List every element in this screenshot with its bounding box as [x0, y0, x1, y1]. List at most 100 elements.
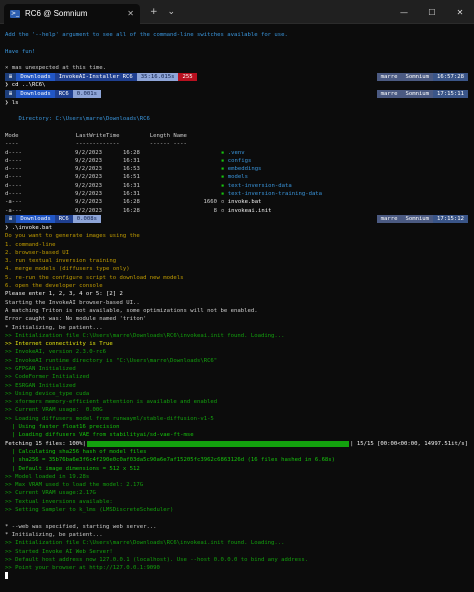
- prompt-user: marre: [376, 90, 402, 99]
- ls-mode: d----: [5, 166, 22, 173]
- log-line: >> Model loaded in 19.28s: [5, 473, 90, 480]
- command-line: ❯ ls: [5, 99, 19, 106]
- prompt-folder: RC6: [54, 90, 73, 99]
- ls-name: .venv: [227, 149, 245, 156]
- log-output: * --web was specified, starting web serv…: [5, 523, 468, 573]
- prompt-folder: InvokeAI-Installer RC6: [54, 72, 137, 81]
- log-line: | Using faster float16 precision: [5, 424, 120, 431]
- ls-name: text-inversion-training-data: [227, 191, 323, 198]
- progress-prefix: Fetching 15 files: 100%|: [5, 440, 86, 447]
- folder-icon: ▪: [221, 166, 228, 173]
- table-row: -a--- 9/2/2023 16:28 1660 ▫ invoke.bat: [5, 198, 468, 206]
- ls-name: invoke.bat: [227, 199, 262, 206]
- terminal-output[interactable]: Add the '--help' argument to see all of …: [5, 31, 468, 581]
- ls-name: configs: [227, 157, 252, 164]
- log-line: * Initializing, be patient...: [5, 324, 103, 331]
- log-output: | Calculating sha256 hash of model files…: [5, 448, 468, 514]
- ls-time: 16:31: [123, 191, 140, 198]
- tab-dropdown-icon[interactable]: ⌄: [168, 7, 176, 17]
- log-line: >> GFPGAN Initialized: [5, 365, 76, 372]
- ls-name: models: [227, 174, 248, 181]
- output-line: Have fun!: [5, 48, 36, 55]
- output-line: 6. open the developer console: [5, 283, 103, 290]
- command-text: cd ..\RC6\: [11, 82, 46, 89]
- close-window-button[interactable]: ✕: [446, 0, 474, 24]
- ls-time: 16:51: [123, 174, 140, 181]
- log-line: >> Point your browser at http://127.0.0.…: [5, 565, 160, 572]
- output-line: 2. browser-based UI: [5, 249, 69, 256]
- input-line[interactable]: [5, 572, 468, 580]
- prompt-duration: 35:16.015s: [136, 72, 179, 81]
- ls-mode: d----: [5, 157, 22, 164]
- log-line: >> Started Invoke AI Web Server!: [5, 548, 113, 555]
- maximize-button[interactable]: ☐: [418, 0, 446, 24]
- menu-output: Do you want to generate images using the…: [5, 232, 468, 323]
- log-line: >> Current VRAM usage:2.17G: [5, 490, 96, 497]
- log-line: >> Setting Sampler to k_lms (LMSDiscrete…: [5, 507, 174, 514]
- table-row: -a--- 9/2/2023 16:28 8 ▫ invokeai.init: [5, 207, 468, 215]
- prompt-host: Somnium: [401, 72, 434, 81]
- log-line: >> Textual inversions available:: [5, 498, 113, 505]
- tab-terminal[interactable]: >_ RC6 @ Somnium ✕: [4, 3, 140, 24]
- prompt-path: Downloads: [16, 90, 55, 99]
- ls-table: d---- 9/2/2023 16:28 ▪ .venv d---- 9/2/2023 16…: [5, 149, 468, 215]
- ls-date: 9/2/2023: [75, 199, 102, 206]
- log-line: >> Loading diffusers model from runwayml…: [5, 415, 214, 422]
- prompt-clock: 17:15:11: [433, 90, 468, 99]
- ls-time: 16:28: [123, 207, 140, 214]
- ls-name: text-inversion-data: [227, 182, 292, 189]
- table-row: d---- 9/2/2023 16:31 ▪ text-inversion-data: [5, 182, 468, 190]
- ls-length: 8: [213, 207, 217, 214]
- command-text: ls: [11, 99, 19, 106]
- log-line: >> Current VRAM usage: 0.00G: [5, 407, 103, 414]
- prompt-path: Downloads: [16, 215, 55, 224]
- log-line: >> xformers memory-efficient attention i…: [5, 399, 218, 406]
- ls-date: 9/2/2023: [75, 174, 102, 181]
- log-line: | Calculating sha256 hash of model files: [5, 448, 147, 455]
- ls-mode: d----: [5, 174, 22, 181]
- windows-icon: ⊞: [5, 90, 17, 99]
- ls-time: 16:31: [123, 157, 140, 164]
- ls-rule: ---- ------------- ------ ----: [5, 141, 187, 148]
- log-line: >> InvokeAI, version 2.3.0-rc6: [5, 349, 107, 356]
- folder-icon: ▪: [221, 157, 228, 164]
- prompt-exit-code: 255: [178, 72, 197, 81]
- ls-time: 16:28: [123, 199, 140, 206]
- ls-mode: -a---: [5, 207, 22, 214]
- ls-time: 16:28: [123, 149, 140, 156]
- prompt-host: Somnium: [401, 215, 434, 224]
- close-tab-icon[interactable]: ✕: [127, 9, 134, 18]
- log-line: >> CodeFormer Initialized: [5, 374, 90, 381]
- prompt-line: ⊞ Downloads RC6 0.008s marre Somnium 17:…: [5, 215, 468, 224]
- new-tab-button[interactable]: +: [150, 7, 158, 17]
- log-line: | Loading diffusers VAE from stabilityai…: [5, 432, 194, 439]
- file-icon: ▫: [221, 207, 228, 214]
- ls-mode: d----: [5, 149, 22, 156]
- prompt-path: Downloads: [16, 72, 55, 81]
- directory-label: Directory: C:\Users\marre\Downloads\RC6: [5, 116, 150, 123]
- ls-date: 9/2/2023: [75, 182, 102, 189]
- ls-name: embeddings: [227, 166, 262, 173]
- ls-date: 9/2/2023: [75, 157, 102, 164]
- output-line: Add the '--help' argument to see all of …: [5, 32, 288, 38]
- ls-time: 16:53: [123, 166, 140, 173]
- ls-mode: d----: [5, 182, 22, 189]
- log-line: | sha256 = 35b76ba6e3f6c4f290e0c0af03da5…: [5, 457, 336, 464]
- log-line: >> Initialization file C:\Users\marre\Do…: [5, 332, 285, 339]
- prompt-clock: 16:57:28: [433, 72, 468, 81]
- progress-bar: [86, 440, 350, 447]
- log-output: * Initializing, be patient... >> Initiali…: [5, 324, 468, 440]
- log-line: >> Max VRAM used to load the model: 2.17…: [5, 482, 144, 489]
- minimize-button[interactable]: —: [390, 0, 418, 24]
- prompt-folder: RC6: [54, 215, 73, 224]
- table-row: d---- 9/2/2023 16:31 ▪ text-inversion-train…: [5, 190, 468, 198]
- ls-header: Mode LastWriteTime Length Name: [5, 132, 187, 139]
- windows-icon: ⊞: [5, 72, 17, 81]
- log-line: * --web was specified, starting web serv…: [5, 523, 157, 530]
- table-row: d---- 9/2/2023 16:53 ▪ embeddings: [5, 165, 468, 173]
- log-line: >> Default host address now 127.0.0.1 (l…: [5, 556, 309, 563]
- progress-suffix: | 15/15 [00:00<00:00, 14997.51it/s]: [350, 440, 468, 447]
- folder-icon: ▪: [221, 182, 228, 189]
- log-line: >> Using device_type cuda: [5, 390, 90, 397]
- title-bar: >_ RC6 @ Somnium ✕ + ⌄ — ☐ ✕: [0, 0, 474, 24]
